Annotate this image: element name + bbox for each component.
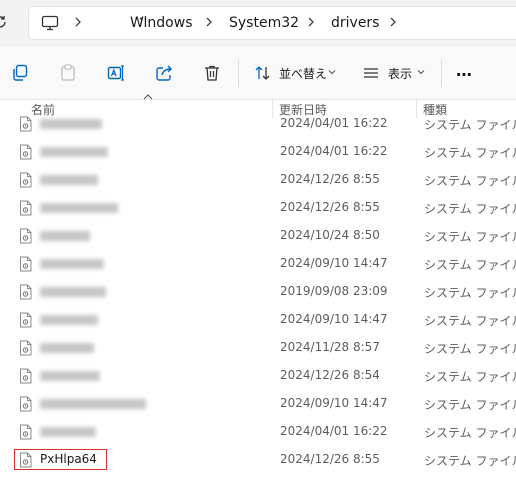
file-modified: 2024/12/26 8:54: [280, 368, 380, 382]
file-modified: 2024/04/01 16:22: [280, 116, 388, 130]
file-name-redacted[interactable]: [40, 175, 98, 185]
file-modified: 2024/09/10 14:47: [280, 396, 388, 410]
command-bar: 並べ替え 表示 ⋯: [0, 47, 516, 100]
view-button[interactable]: 表示: [388, 65, 412, 82]
more-options-button[interactable]: ⋯: [456, 65, 473, 84]
chevron-right-icon[interactable]: [307, 16, 315, 28]
file-modified: 2024/04/01 16:22: [280, 144, 388, 158]
file-modified: 2019/09/08 23:09: [280, 284, 388, 298]
system-file-icon: [20, 116, 32, 132]
file-row[interactable]: 2024/04/01 16:22 システム ファイル: [0, 418, 516, 446]
file-name-redacted[interactable]: [40, 399, 146, 409]
file-modified: 2024/12/26 8:55: [280, 452, 380, 466]
chevron-down-icon[interactable]: [417, 69, 425, 75]
file-type: システム ファイル: [424, 174, 516, 188]
system-file-icon: [20, 424, 32, 440]
file-name-redacted[interactable]: [40, 315, 98, 325]
file-name-redacted[interactable]: [40, 147, 108, 157]
file-row[interactable]: 2024/09/10 14:47 システム ファイル: [0, 306, 516, 334]
sort-icon[interactable]: [254, 64, 272, 82]
file-row[interactable]: 2019/09/08 23:09 システム ファイル: [0, 278, 516, 306]
file-type: システム ファイル: [424, 258, 516, 272]
file-modified: 2024/12/26 8:55: [280, 172, 380, 186]
this-pc-icon[interactable]: [41, 15, 59, 31]
file-type: システム ファイル: [424, 230, 516, 244]
file-type: システム ファイル: [424, 118, 516, 132]
refresh-icon[interactable]: [0, 14, 8, 30]
chevron-right-icon[interactable]: [74, 16, 82, 28]
file-modified: 2024/04/01 16:22: [280, 424, 388, 438]
file-type: システム ファイル: [424, 286, 516, 300]
system-file-icon: [20, 200, 32, 216]
file-modified: 2024/11/28 8:57: [280, 340, 380, 354]
rename-icon[interactable]: [107, 64, 125, 82]
file-modified: 2024/09/10 14:47: [280, 256, 388, 270]
chevron-down-icon[interactable]: [328, 69, 336, 75]
address-bar: ⋯ Windows System32 drivers: [0, 0, 516, 47]
file-modified: 2024/10/24 8:50: [280, 228, 380, 242]
delete-icon[interactable]: [203, 64, 221, 82]
system-file-icon: [20, 312, 32, 328]
sort-ascending-icon: [143, 94, 153, 100]
file-name-redacted[interactable]: [40, 343, 94, 353]
toolbar-divider: [441, 59, 442, 87]
chevron-right-icon[interactable]: [205, 16, 213, 28]
file-name-redacted[interactable]: [40, 287, 106, 297]
file-row[interactable]: 2024/09/10 14:47 システム ファイル: [0, 250, 516, 278]
file-name-redacted[interactable]: [40, 231, 90, 241]
file-row[interactable]: 2024/10/24 8:50 システム ファイル: [0, 222, 516, 250]
file-type: システム ファイル: [424, 146, 516, 160]
toolbar-divider: [238, 59, 239, 87]
file-name-redacted[interactable]: [40, 427, 96, 437]
system-file-icon: [20, 284, 32, 300]
breadcrumb[interactable]: ⋯ Windows System32 drivers: [28, 6, 516, 40]
file-modified: 2024/12/26 8:55: [280, 200, 380, 214]
file-row[interactable]: 2024/04/01 16:22 システム ファイル: [0, 111, 516, 138]
file-row[interactable]: 2024/09/10 14:47 システム ファイル: [0, 390, 516, 418]
file-type: システム ファイル: [424, 454, 516, 468]
file-name-redacted[interactable]: [40, 119, 102, 129]
copy-icon[interactable]: [11, 64, 29, 82]
file-type: システム ファイル: [424, 202, 516, 216]
system-file-icon: [20, 228, 32, 244]
file-type: システム ファイル: [424, 370, 516, 384]
file-list: 2024/04/01 16:22 システム ファイル 2024/04/01 16:2…: [0, 111, 516, 477]
system-file-icon: [20, 172, 32, 188]
file-name-redacted[interactable]: [40, 259, 104, 269]
file-type: システム ファイル: [424, 342, 516, 356]
file-row[interactable]: 2024/12/26 8:55 システム ファイル: [0, 194, 516, 222]
file-row[interactable]: 2024/11/28 8:57 システム ファイル: [0, 334, 516, 362]
file-row[interactable]: PxHlpa64 2024/12/26 8:55 システム ファイル: [0, 446, 516, 474]
chevron-right-icon[interactable]: [389, 16, 397, 28]
breadcrumb-item-drivers[interactable]: drivers: [331, 15, 379, 31]
breadcrumb-item-system32[interactable]: System32: [229, 15, 299, 31]
view-icon[interactable]: [362, 64, 380, 82]
system-file-icon: [20, 340, 32, 356]
file-type: システム ファイル: [424, 314, 516, 328]
file-row[interactable]: 2024/12/26 8:54 システム ファイル: [0, 362, 516, 390]
system-file-icon: [20, 396, 32, 412]
file-type: システム ファイル: [424, 426, 516, 440]
sort-button[interactable]: 並べ替え: [279, 65, 327, 82]
paste-icon[interactable]: [59, 64, 77, 82]
share-icon[interactable]: [155, 64, 173, 82]
file-row[interactable]: 2024/04/01 16:22 システム ファイル: [0, 138, 516, 166]
file-type: システム ファイル: [424, 398, 516, 412]
system-file-icon: [20, 256, 32, 272]
breadcrumb-item-windows[interactable]: Windows: [130, 15, 193, 31]
file-name-redacted[interactable]: [40, 371, 100, 381]
file-name[interactable]: PxHlpa64: [40, 452, 97, 466]
file-row[interactable]: 2024/12/26 8:55 システム ファイル: [0, 166, 516, 194]
system-file-icon: [20, 368, 32, 384]
file-modified: 2024/09/10 14:47: [280, 312, 388, 326]
system-file-icon: [20, 144, 32, 160]
file-name-redacted[interactable]: [40, 203, 118, 213]
